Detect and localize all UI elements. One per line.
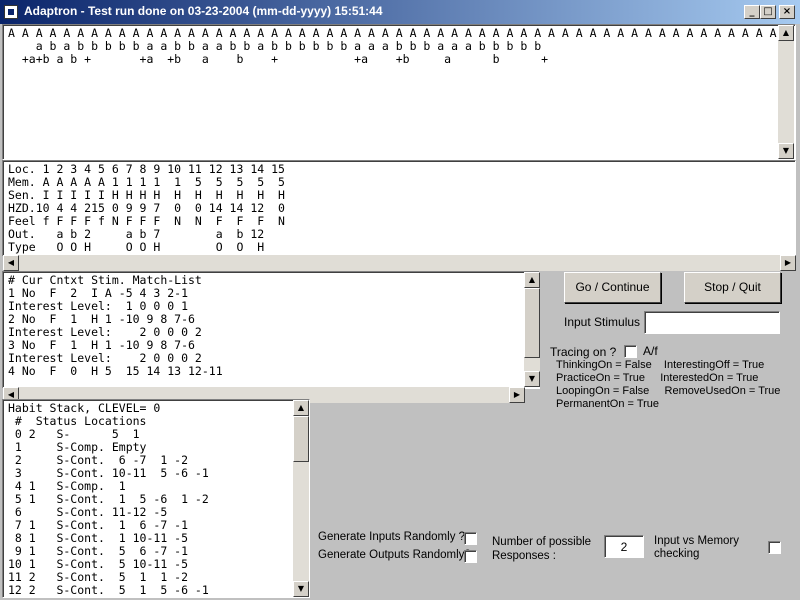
tracing-label: Tracing on ? — [550, 345, 617, 359]
go-continue-button[interactable]: Go / Continue — [564, 272, 661, 303]
habit-stack-text: Habit Stack, CLEVEL= 0 # Status Location… — [3, 400, 309, 597]
scroll-up-button[interactable]: ▲ — [293, 400, 309, 416]
gen-inputs-label: Generate Inputs Randomly ? — [318, 531, 466, 543]
input-vs-memory-label-2: checking — [654, 548, 700, 560]
input-vs-memory-checkbox[interactable] — [768, 541, 781, 554]
gen-outputs-checkbox[interactable] — [464, 550, 477, 563]
match-list-panel[interactable]: # Cur Cntxt Stim. Match-List 1 No F 2 I A… — [2, 271, 540, 389]
scroll-down-button[interactable]: ▼ — [293, 581, 309, 597]
maximize-button[interactable]: □ — [760, 5, 776, 19]
title-bar[interactable]: Adaptron - Test run done on 03-23-2004 (… — [0, 0, 800, 24]
status-line: ThinkingOn = False InterestingOff = True — [556, 359, 765, 371]
num-responses-label-2: Responses : — [492, 550, 556, 562]
gen-inputs-checkbox[interactable] — [464, 532, 477, 545]
window-title: Adaptron - Test run done on 03-23-2004 (… — [24, 4, 383, 18]
sequence-line: +a+b a b + +a +b a b + +a +b a b + — [8, 52, 549, 66]
status-flags: ThinkingOn = False InterestingOff = True… — [556, 359, 780, 411]
close-button[interactable]: × — [779, 5, 795, 19]
minimize-button[interactable]: _ — [744, 5, 760, 19]
location-panel[interactable]: Loc. 1 2 3 4 5 6 7 8 9 10 11 12 13 14 15… — [2, 160, 796, 257]
gen-outputs-label: Generate Outputs Randomly? — [318, 549, 471, 561]
scroll-thumb[interactable] — [293, 416, 309, 462]
input-vs-memory-label: Input vs Memory — [654, 535, 739, 547]
habit-vscrollbar[interactable]: ▲ ▼ — [293, 400, 309, 597]
tracing-checkbox[interactable] — [624, 345, 637, 358]
scroll-right-button[interactable]: ▶ — [509, 387, 525, 403]
scroll-right-button[interactable]: ▶ — [780, 255, 796, 271]
input-stimulus-label: Input Stimulus : — [564, 315, 647, 329]
sequence-text: A A A A A A A A A A A A A A A A A A A A … — [3, 25, 795, 68]
scroll-left-button[interactable]: ◀ — [3, 255, 19, 271]
match-list-text: # Cur Cntxt Stim. Match-List 1 No F 2 I A… — [3, 272, 539, 380]
scroll-down-button[interactable]: ▼ — [778, 143, 794, 159]
status-line: PracticeOn = True InterestedOn = True — [556, 372, 759, 384]
status-line: LoopingOn = False RemoveUsedOn = True — [556, 385, 781, 397]
location-line: Type O O H O O H O O H — [8, 240, 265, 254]
match-line: 4 No F 0 H 5 15 14 13 12-11 — [8, 364, 223, 378]
match-vscrollbar[interactable]: ▲ ▼ — [524, 272, 540, 387]
scroll-up-button[interactable]: ▲ — [524, 272, 540, 288]
af-label: A/f — [643, 344, 658, 358]
num-responses-label: Number of possible — [492, 536, 592, 548]
sequence-panel[interactable]: A A A A A A A A A A A A A A A A A A A A … — [2, 24, 796, 160]
sequence-vscrollbar[interactable]: ▲ ▼ — [778, 25, 794, 159]
num-responses-field[interactable] — [604, 535, 644, 558]
habit-line: 12 2 S-Cont. 5 1 5 -6 -1 — [8, 583, 209, 597]
scroll-up-button[interactable]: ▲ — [778, 25, 794, 41]
scroll-down-button[interactable]: ▼ — [524, 371, 540, 387]
scroll-thumb[interactable] — [524, 288, 540, 358]
stop-quit-button[interactable]: Stop / Quit — [684, 272, 781, 303]
app-icon[interactable] — [4, 5, 18, 19]
input-stimulus-field[interactable] — [644, 311, 780, 334]
habit-stack-panel[interactable]: Habit Stack, CLEVEL= 0 # Status Location… — [2, 399, 310, 598]
location-text: Loc. 1 2 3 4 5 6 7 8 9 10 11 12 13 14 15… — [3, 161, 795, 256]
location-hscrollbar[interactable]: ◀ ▶ — [3, 255, 796, 271]
status-line: PermanentOn = True — [556, 398, 660, 410]
